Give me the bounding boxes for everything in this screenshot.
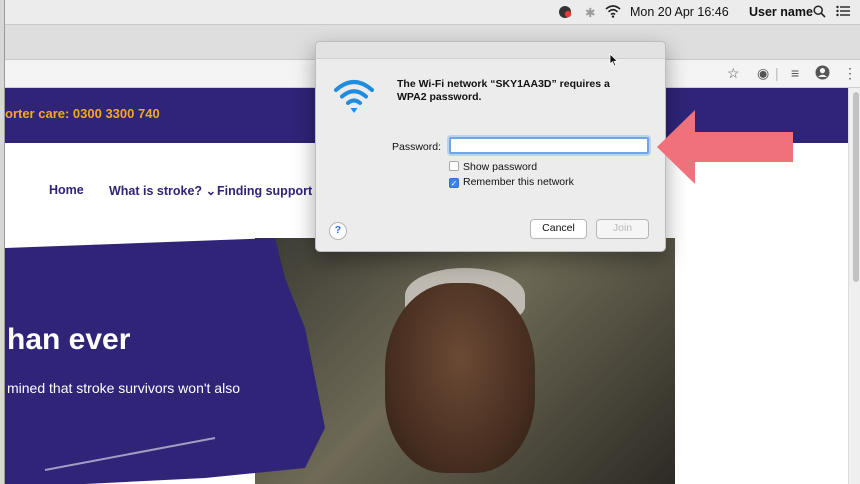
password-label: Password:	[392, 141, 442, 153]
browser-menu-icon[interactable]: ⋮	[843, 65, 857, 82]
dialog-message: The Wi-Fi network “SKY1AA3D” requires a …	[397, 78, 610, 103]
nav-finding-support[interactable]: Finding support ⌄	[217, 183, 326, 198]
hero-title: han ever	[7, 323, 131, 356]
supporter-care-line[interactable]: orter care: 0300 3300 740	[5, 106, 160, 121]
hero-photo-face	[385, 283, 535, 473]
wifi-status-icon[interactable]	[605, 5, 621, 21]
menubar-clock[interactable]: Mon 20 Apr 16:46	[630, 5, 729, 19]
page-scrollbar-thumb[interactable]	[853, 92, 859, 282]
bookmark-star-icon[interactable]: ☆	[727, 65, 740, 82]
password-input[interactable]	[449, 137, 649, 154]
profile-icon[interactable]	[815, 65, 830, 83]
spotlight-search-icon[interactable]	[813, 5, 826, 21]
remember-network-checkbox[interactable]: ✓ Remember this network	[449, 176, 574, 188]
annotation-arrow-icon	[657, 110, 793, 184]
nav-what-is-stroke[interactable]: What is stroke? ⌄	[109, 183, 216, 198]
show-password-label: Show password	[463, 161, 538, 173]
hero-purple-brushstroke	[5, 238, 325, 484]
show-password-box[interactable]	[449, 161, 459, 171]
chevron-down-icon: ⌄	[205, 184, 217, 198]
extension-icon[interactable]: ◉	[757, 65, 769, 82]
join-button[interactable]: Join	[596, 219, 649, 239]
hero-section: han ever mined that stroke survivors won…	[5, 238, 860, 484]
hero-subtitle: mined that stroke survivors won't also	[7, 380, 240, 396]
notification-center-icon[interactable]	[836, 5, 850, 20]
screen: ✱ Mon 20 Apr 16:46 User name ☆ ◉ | ≡ ⋮ o…	[4, 0, 860, 484]
nav-home[interactable]: Home	[49, 183, 84, 197]
remember-network-box[interactable]: ✓	[449, 178, 459, 188]
wifi-password-dialog: The Wi-Fi network “SKY1AA3D” requires a …	[315, 41, 666, 252]
wifi-icon	[334, 80, 374, 113]
nav-what-is-stroke-label: What is stroke?	[109, 184, 203, 198]
remember-network-label: Remember this network	[463, 176, 574, 188]
bluetooth-icon[interactable]: ✱	[585, 5, 595, 20]
nav-finding-support-label: Finding support	[217, 184, 313, 198]
creative-cloud-icon[interactable]	[557, 5, 573, 22]
cancel-button[interactable]: Cancel	[530, 219, 587, 239]
reading-list-icon[interactable]: ≡	[791, 65, 799, 81]
menubar-username[interactable]: User name	[749, 5, 813, 19]
mouse-cursor-icon	[609, 53, 619, 67]
help-button[interactable]: ?	[329, 222, 347, 240]
toolbar-divider: |	[775, 65, 779, 81]
menu-bar: ✱ Mon 20 Apr 16:46 User name	[5, 0, 860, 25]
show-password-checkbox[interactable]: Show password	[449, 161, 537, 173]
